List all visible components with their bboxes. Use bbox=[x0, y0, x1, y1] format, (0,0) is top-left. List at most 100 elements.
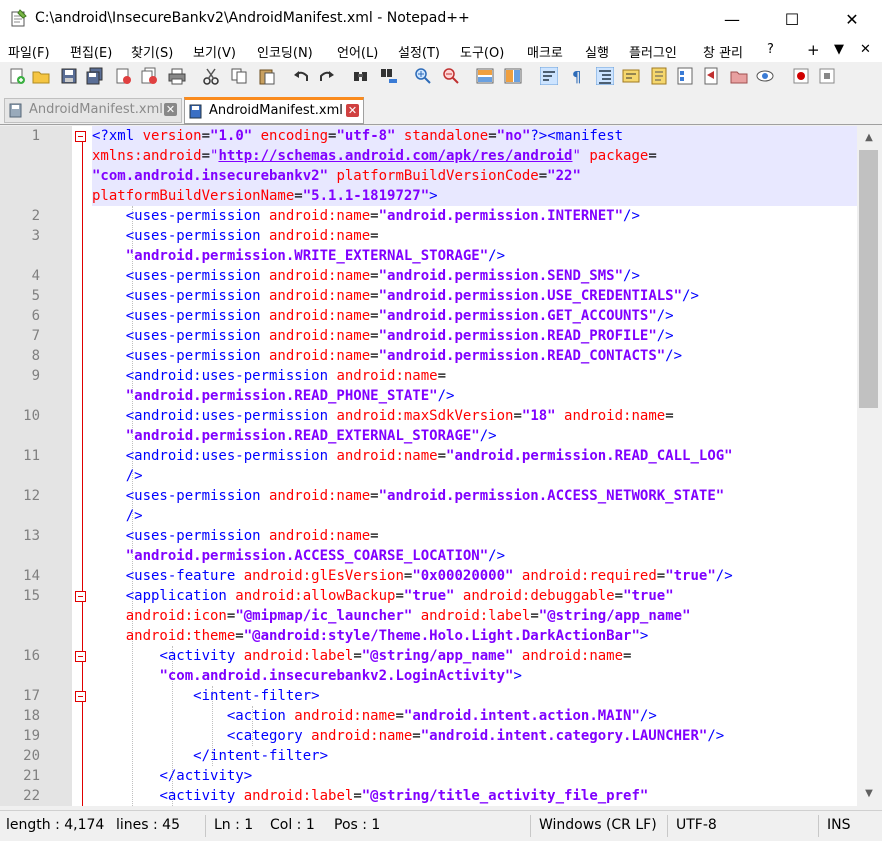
scroll-up-icon[interactable]: ▲ bbox=[861, 130, 877, 146]
code-line[interactable]: <android:uses-permission android:name="a… bbox=[92, 446, 857, 466]
fold-toggle-icon[interactable] bbox=[75, 691, 86, 702]
code-line[interactable]: <application android:allowBackup="true" … bbox=[92, 586, 857, 606]
user-language-icon[interactable] bbox=[622, 67, 640, 85]
close-all-icon[interactable] bbox=[140, 67, 158, 85]
tab-androidmanifest-1[interactable]: AndroidManifest.xml ✕ bbox=[4, 98, 182, 123]
menu-language[interactable]: 언어(L) bbox=[337, 42, 378, 61]
sync-horizontal-icon[interactable] bbox=[504, 67, 522, 85]
menu-edit[interactable]: 편집(E) bbox=[70, 42, 112, 61]
close-window-button[interactable]: ✕ bbox=[822, 0, 882, 38]
code-line[interactable]: "com.android.insecurebankv2.LoginActivit… bbox=[92, 666, 857, 686]
code-line[interactable]: <intent-filter> bbox=[92, 686, 857, 706]
code-line[interactable]: <android:uses-permission android:maxSdkV… bbox=[92, 406, 857, 426]
menu-plugins[interactable]: 플러그인 bbox=[629, 42, 677, 61]
paste-icon[interactable] bbox=[258, 67, 276, 85]
menu-help[interactable]: ? bbox=[767, 42, 774, 57]
menu-search[interactable]: 찾기(S) bbox=[131, 42, 173, 61]
minimize-button[interactable]: — bbox=[702, 0, 762, 38]
code-line[interactable]: </intent-filter> bbox=[92, 746, 857, 766]
code-line[interactable]: android:theme="@android:style/Theme.Holo… bbox=[92, 626, 857, 646]
code-line[interactable]: <uses-permission android:name="android.p… bbox=[92, 306, 857, 326]
add-icon[interactable]: + bbox=[807, 41, 820, 59]
menu-encoding[interactable]: 인코딩(N) bbox=[257, 42, 313, 61]
cut-icon[interactable] bbox=[202, 67, 220, 85]
menu-run[interactable]: 실행 bbox=[585, 42, 609, 61]
code-line[interactable]: </activity> bbox=[92, 766, 857, 786]
code-line[interactable]: <uses-permission android:name="android.p… bbox=[92, 266, 857, 286]
code-line[interactable]: <action android:name="android.intent.act… bbox=[92, 706, 857, 726]
zoom-in-icon[interactable] bbox=[414, 67, 432, 85]
close-tab-icon[interactable]: ✕ bbox=[346, 104, 359, 117]
menu-window[interactable]: 창 관리 bbox=[703, 42, 743, 61]
code-line[interactable]: /> bbox=[92, 466, 857, 486]
tab-androidmanifest-2[interactable]: AndroidManifest.xml ✕ bbox=[184, 97, 364, 124]
undo-icon[interactable] bbox=[292, 67, 310, 85]
word-wrap-icon[interactable] bbox=[540, 67, 558, 85]
monitoring-eye-icon[interactable] bbox=[756, 67, 774, 85]
maximize-button[interactable]: ☐ bbox=[762, 0, 822, 38]
code-line[interactable]: "android.permission.ACCESS_COARSE_LOCATI… bbox=[92, 546, 857, 566]
folder-icon[interactable] bbox=[730, 67, 748, 85]
code-line[interactable]: <uses-permission android:name= bbox=[92, 526, 857, 546]
line-number: 15 bbox=[23, 588, 40, 604]
menu-view[interactable]: 보기(V) bbox=[193, 42, 236, 61]
sync-vertical-icon[interactable] bbox=[476, 67, 494, 85]
chevron-down-icon[interactable]: ▼ bbox=[834, 42, 844, 57]
code-line[interactable]: <android:uses-permission android:name= bbox=[92, 366, 857, 386]
code-text[interactable]: <?xml version="1.0" encoding="utf-8" sta… bbox=[92, 126, 857, 806]
record-macro-icon[interactable] bbox=[792, 67, 810, 85]
code-line[interactable]: android:icon="@mipmap/ic_launcher" andro… bbox=[92, 606, 857, 626]
code-line[interactable]: <category android:name="android.intent.c… bbox=[92, 726, 857, 746]
code-line[interactable]: <activity android:label="@string/title_a… bbox=[92, 786, 857, 806]
replace-icon[interactable] bbox=[380, 67, 398, 85]
scrollbar-thumb[interactable] bbox=[859, 150, 878, 408]
stop-macro-icon[interactable] bbox=[818, 67, 836, 85]
fold-toggle-icon[interactable] bbox=[75, 131, 86, 142]
function-list-icon[interactable] bbox=[676, 67, 694, 85]
show-all-characters-icon[interactable]: ¶ bbox=[568, 67, 586, 85]
code-line[interactable]: "android.permission.WRITE_EXTERNAL_STORA… bbox=[92, 246, 857, 266]
indent-guide-icon[interactable] bbox=[596, 67, 614, 85]
fold-toggle-icon[interactable] bbox=[75, 651, 86, 662]
code-line[interactable]: <uses-permission android:name= bbox=[92, 226, 857, 246]
code-line[interactable]: <uses-permission android:name="android.p… bbox=[92, 326, 857, 346]
code-line[interactable]: "android.permission.READ_EXTERNAL_STORAG… bbox=[92, 426, 857, 446]
fold-toggle-icon[interactable] bbox=[75, 591, 86, 602]
zoom-out-icon[interactable] bbox=[442, 67, 460, 85]
new-file-icon[interactable] bbox=[8, 67, 26, 85]
code-line[interactable]: platformBuildVersionName="5.1.1-1819727"… bbox=[92, 186, 857, 206]
redo-icon[interactable] bbox=[318, 67, 336, 85]
menu-tools[interactable]: 도구(O) bbox=[460, 42, 504, 61]
line-number: 5 bbox=[31, 288, 40, 304]
code-line[interactable]: <uses-permission android:name="android.p… bbox=[92, 486, 857, 506]
status-separator bbox=[818, 815, 819, 837]
code-line[interactable]: <?xml version="1.0" encoding="utf-8" sta… bbox=[92, 126, 857, 146]
save-all-icon[interactable] bbox=[86, 67, 104, 85]
open-file-icon[interactable] bbox=[32, 67, 50, 85]
code-line[interactable]: <uses-permission android:name="android.p… bbox=[92, 206, 857, 226]
editor[interactable]: 1 2 3 4 5 6 7 8 9 10 11 12 13 14 15 16 1… bbox=[0, 126, 857, 806]
menu-macro[interactable]: 매크로 bbox=[527, 42, 563, 61]
code-line[interactable]: "com.android.insecurebankv2" platformBui… bbox=[92, 166, 857, 186]
find-icon[interactable] bbox=[352, 67, 370, 85]
vertical-scrollbar[interactable]: ▲ ▼ bbox=[857, 126, 882, 806]
menu-settings[interactable]: 설정(T) bbox=[398, 42, 440, 61]
menu-file[interactable]: 파일(F) bbox=[8, 42, 50, 61]
line-number: 17 bbox=[23, 688, 40, 704]
code-line[interactable]: /> bbox=[92, 506, 857, 526]
close-tab-icon[interactable]: ✕ bbox=[164, 103, 177, 116]
code-line[interactable]: "android.permission.READ_PHONE_STATE"/> bbox=[92, 386, 857, 406]
code-line[interactable]: <activity android:label="@string/app_nam… bbox=[92, 646, 857, 666]
code-line[interactable]: <uses-permission android:name="android.p… bbox=[92, 346, 857, 366]
code-line[interactable]: <uses-permission android:name="android.p… bbox=[92, 286, 857, 306]
folder-workspace-icon[interactable] bbox=[702, 67, 720, 85]
save-icon[interactable] bbox=[60, 67, 78, 85]
close-document-icon[interactable]: ✕ bbox=[860, 42, 871, 57]
document-map-icon[interactable] bbox=[650, 67, 668, 85]
code-line[interactable]: xmlns:android="http://schemas.android.co… bbox=[92, 146, 857, 166]
print-icon[interactable] bbox=[168, 67, 186, 85]
close-file-icon[interactable] bbox=[114, 67, 132, 85]
scroll-down-icon[interactable]: ▼ bbox=[861, 786, 877, 802]
copy-icon[interactable] bbox=[230, 67, 248, 85]
code-line[interactable]: <uses-feature android:glEsVersion="0x000… bbox=[92, 566, 857, 586]
